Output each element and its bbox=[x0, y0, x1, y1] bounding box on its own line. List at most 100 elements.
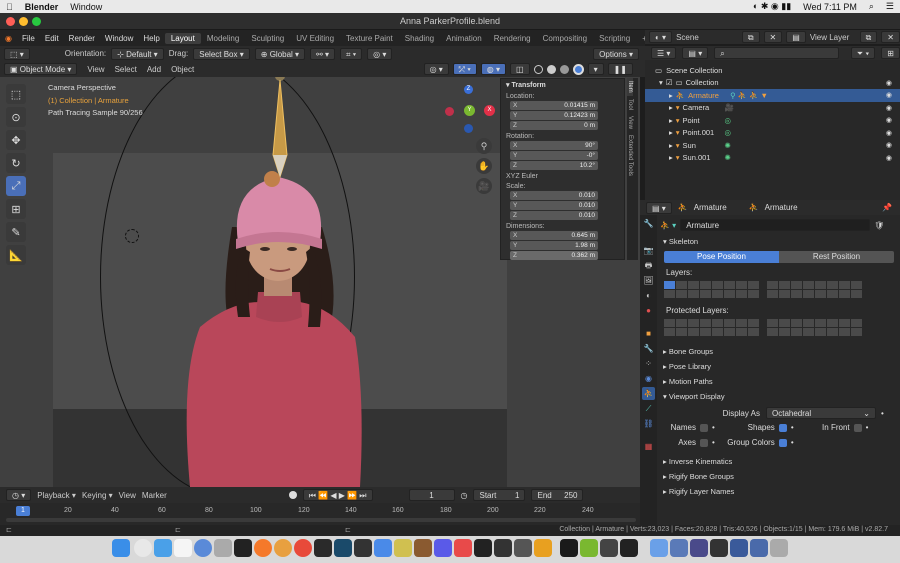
layer-toggle[interactable] bbox=[839, 319, 850, 327]
scene-properties-icon[interactable]: ◐ bbox=[642, 289, 655, 302]
expand-arrow-icon[interactable]: ▸ bbox=[669, 153, 673, 162]
shapes-checkbox[interactable] bbox=[778, 423, 787, 432]
layer-toggle[interactable] bbox=[676, 281, 687, 289]
timeline-scrollbar[interactable] bbox=[6, 518, 636, 522]
overlay-toggle[interactable]: ◍ ▾ bbox=[480, 63, 507, 75]
location-z-field[interactable]: Z 0 m bbox=[510, 121, 598, 130]
navigation-gizmo[interactable]: Z Y X bbox=[442, 82, 500, 142]
options-dropdown[interactable]: Options ▾ bbox=[593, 47, 639, 60]
app-icon-4[interactable] bbox=[394, 539, 412, 557]
spotlight-icon[interactable]: ⌕ bbox=[863, 1, 880, 12]
view-layer-icon[interactable]: ▤ bbox=[786, 31, 806, 43]
layer-toggle[interactable] bbox=[779, 290, 790, 298]
outliner-display-mode[interactable]: ▤ ▾ bbox=[682, 47, 709, 59]
move-tool-icon[interactable]: ✥ bbox=[6, 130, 26, 150]
tool-properties-icon[interactable]: 🔧 bbox=[642, 217, 655, 230]
viewport-menu-object[interactable]: Object bbox=[171, 65, 194, 74]
layer-toggle[interactable] bbox=[827, 290, 838, 298]
display-as-dropdown[interactable]: Octahedral ⌄ bbox=[766, 407, 876, 419]
firefox-icon[interactable] bbox=[274, 539, 292, 557]
visibility-eye-icon[interactable]: ◉ bbox=[886, 79, 892, 87]
layer-toggle[interactable] bbox=[736, 319, 747, 327]
inverse-kinematics-panel[interactable]: ▸ Inverse Kinematics bbox=[660, 454, 898, 469]
output-properties-icon[interactable]: 🖶 bbox=[642, 259, 655, 272]
layer-toggle[interactable] bbox=[803, 290, 814, 298]
render-properties-icon[interactable]: 📷 bbox=[642, 244, 655, 257]
shading-solid-icon[interactable] bbox=[546, 64, 556, 74]
timeline-ruler[interactable]: 1 20 40 60 80 100 120 140 160 180 200 22… bbox=[0, 503, 645, 525]
gizmo-neg-x[interactable] bbox=[445, 107, 454, 116]
modifier-properties-icon[interactable]: 🔧 bbox=[642, 342, 655, 355]
app-icon-11[interactable] bbox=[600, 539, 618, 557]
mode-dropdown[interactable]: ▣ Object Mode ▾ bbox=[4, 63, 78, 75]
pose-library-panel[interactable]: ▸ Pose Library bbox=[660, 359, 898, 374]
steam-icon[interactable] bbox=[334, 539, 352, 557]
sidebar-tab-view[interactable]: View bbox=[627, 113, 633, 132]
visibility-eye-icon[interactable]: ◉ bbox=[886, 104, 892, 112]
proportional-toggle[interactable]: ◎ ▾ bbox=[367, 47, 393, 60]
outliner-item-point[interactable]: ▸ ▾ Point ◎ ◉ bbox=[645, 114, 900, 127]
light-icon[interactable] bbox=[125, 229, 139, 243]
layer-toggle[interactable] bbox=[815, 290, 826, 298]
layer-toggle[interactable] bbox=[851, 319, 862, 327]
app-icon-10[interactable] bbox=[580, 539, 598, 557]
transform-header[interactable]: ▾ Transform bbox=[506, 81, 619, 89]
terminal-icon[interactable] bbox=[560, 539, 578, 557]
outliner-search-input[interactable]: ⌕ bbox=[714, 47, 839, 59]
kindle-icon[interactable] bbox=[414, 539, 432, 557]
scale-z-field[interactable]: Z 0.010 bbox=[510, 211, 598, 220]
outliner-editor-type[interactable]: ☰ ▾ bbox=[651, 47, 677, 59]
layer-toggle[interactable] bbox=[700, 328, 711, 336]
measure-tool-icon[interactable]: 📐 bbox=[6, 245, 26, 265]
visibility-eye-icon[interactable]: ◉ bbox=[886, 129, 892, 137]
dimensions-x-field[interactable]: X 0.645 m bbox=[510, 231, 598, 240]
app-icon-2[interactable] bbox=[354, 539, 372, 557]
layer-toggle[interactable] bbox=[791, 319, 802, 327]
gizmo-x-axis[interactable]: X bbox=[484, 105, 495, 116]
tab-compositing[interactable]: Compositing bbox=[537, 33, 593, 44]
expand-arrow-icon[interactable]: ▸ bbox=[669, 128, 673, 137]
tab-scripting[interactable]: Scripting bbox=[593, 33, 636, 44]
layer-toggle[interactable] bbox=[767, 319, 778, 327]
layer-toggle[interactable] bbox=[827, 328, 838, 336]
visibility-dropdown[interactable]: ◎ ▾ bbox=[423, 63, 449, 75]
timeline-menu-playback[interactable]: Playback ▾ bbox=[37, 491, 76, 500]
xray-toggle[interactable]: ◫ bbox=[510, 63, 530, 75]
properties-editor-type[interactable]: ▤ ▾ bbox=[646, 201, 672, 214]
annotate-tool-icon[interactable]: ✎ bbox=[6, 222, 26, 242]
tab-sculpting[interactable]: Sculpting bbox=[245, 33, 290, 44]
armature-data-properties-icon[interactable]: ⛹ bbox=[642, 387, 655, 400]
layer-toggle[interactable] bbox=[712, 319, 723, 327]
tab-texture-paint[interactable]: Texture Paint bbox=[340, 33, 399, 44]
zoom-button[interactable] bbox=[32, 17, 41, 26]
epic-games-icon[interactable] bbox=[234, 539, 252, 557]
bone-constraint-properties-icon[interactable]: ⛓ bbox=[642, 417, 655, 430]
layer-toggle[interactable] bbox=[779, 328, 790, 336]
scene-collection-row[interactable]: ▭ Scene Collection bbox=[645, 64, 900, 77]
layer-toggle[interactable] bbox=[767, 328, 778, 336]
folder-icon[interactable] bbox=[650, 539, 668, 557]
minimize-button[interactable] bbox=[19, 17, 28, 26]
layer-toggle[interactable] bbox=[851, 290, 862, 298]
tab-layout[interactable]: Layout bbox=[164, 32, 201, 44]
shading-rendered-icon[interactable] bbox=[572, 63, 584, 75]
layer-toggle[interactable] bbox=[736, 281, 747, 289]
app-icon-6[interactable] bbox=[454, 539, 472, 557]
clock-icon[interactable]: ◷ bbox=[461, 491, 468, 500]
scene-remove-icon[interactable]: ✕ bbox=[763, 31, 783, 43]
layer-toggle[interactable] bbox=[779, 319, 790, 327]
layer-toggle[interactable] bbox=[724, 290, 735, 298]
sidebar-tab-item[interactable]: Item bbox=[627, 78, 633, 96]
layer-toggle[interactable] bbox=[839, 290, 850, 298]
layer-toggle[interactable] bbox=[748, 328, 759, 336]
viewport-menu-add[interactable]: Add bbox=[147, 65, 161, 74]
layer-toggle[interactable] bbox=[851, 281, 862, 289]
layer-toggle[interactable] bbox=[748, 319, 759, 327]
rigify-bone-groups-panel[interactable]: ▸ Rigify Bone Groups bbox=[660, 469, 898, 484]
names-checkbox[interactable] bbox=[700, 423, 708, 432]
rotation-mode-dropdown[interactable]: XYZ Euler bbox=[506, 173, 619, 180]
checkbox-icon[interactable]: ☑ bbox=[666, 78, 673, 87]
viewport-display-panel[interactable]: ▾ Viewport Display bbox=[660, 389, 898, 404]
sidebar-tab-tool[interactable]: Tool bbox=[627, 96, 633, 113]
dimensions-y-field[interactable]: Y 1.98 m bbox=[510, 241, 598, 250]
